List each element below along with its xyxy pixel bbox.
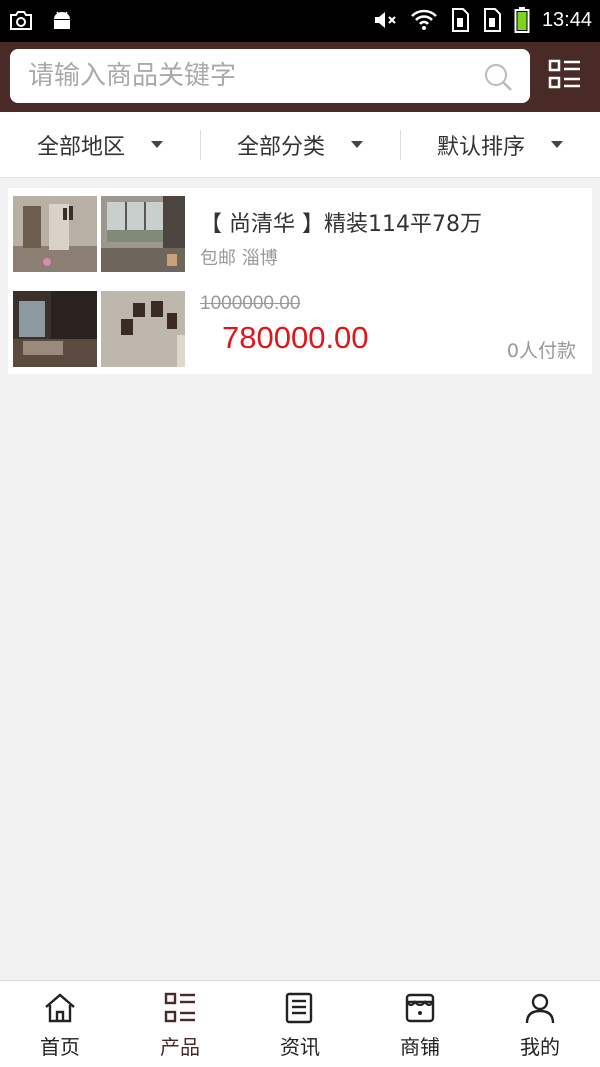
nav-home[interactable]: 首页: [0, 981, 120, 1067]
filter-bar: 全部地区 全部分类 默认排序: [0, 112, 600, 178]
home-icon: [45, 993, 75, 1023]
nav-home-label: 首页: [40, 1035, 80, 1059]
shipping-label: 包邮: [200, 248, 236, 269]
original-price: 1000000.00: [200, 293, 301, 314]
caret-down-icon: [151, 141, 163, 148]
bottom-nav: 首页 产品 资讯 商铺 我的: [0, 980, 600, 1067]
product-thumbnails: [13, 196, 187, 368]
status-bar: 13:44: [0, 0, 600, 42]
sale-price: 780000.00: [222, 320, 369, 355]
user-icon: [525, 993, 555, 1024]
search-box[interactable]: [10, 49, 530, 103]
news-icon: [285, 992, 313, 1024]
nav-profile-label: 我的: [520, 1035, 560, 1059]
nav-products[interactable]: 产品: [120, 981, 240, 1067]
filter-region-label: 全部地区: [36, 134, 125, 160]
search-header: [0, 42, 600, 112]
product-list-icon: [164, 992, 195, 1023]
buyer-count: 0人付款: [506, 340, 576, 362]
android-icon: [54, 11, 70, 29]
wifi-icon: [411, 9, 437, 30]
category-menu-icon[interactable]: [548, 58, 582, 92]
caret-down-icon: [351, 141, 363, 148]
mute-icon: [374, 12, 396, 28]
product-photo: [101, 291, 185, 367]
battery-icon: [514, 7, 530, 33]
sim1-icon: [451, 8, 469, 32]
nav-products-label: 产品: [160, 1035, 200, 1059]
product-photo: [13, 291, 97, 367]
filter-region-dropdown[interactable]: 全部地区: [0, 112, 200, 177]
filter-sort-dropdown[interactable]: 默认排序: [400, 112, 600, 177]
product-title[interactable]: 【 尚清华 】精装114平78万: [200, 206, 482, 238]
store-icon: [405, 993, 435, 1023]
filter-category-dropdown[interactable]: 全部分类: [200, 112, 400, 177]
status-time: 13:44: [541, 8, 592, 31]
screenshot-icon: [10, 11, 32, 30]
caret-down-icon: [551, 141, 563, 148]
location-label: 淄博: [241, 248, 278, 269]
product-card[interactable]: 【 尚清华 】精装114平78万 包邮 淄博 1000000.00 780000…: [8, 188, 592, 374]
sim2-icon: [483, 8, 501, 32]
search-input[interactable]: [28, 57, 468, 95]
search-icon[interactable]: [482, 61, 514, 93]
nav-store-label: 商铺: [400, 1035, 440, 1059]
product-meta: 包邮 淄博: [200, 244, 278, 270]
nav-profile[interactable]: 我的: [480, 981, 600, 1067]
product-photo: [101, 196, 185, 272]
product-photo: [13, 196, 97, 272]
nav-news-label: 资讯: [280, 1035, 320, 1059]
nav-store[interactable]: 商铺: [360, 981, 480, 1067]
filter-sort-label: 默认排序: [436, 134, 525, 160]
filter-category-label: 全部分类: [236, 134, 325, 160]
nav-news[interactable]: 资讯: [240, 981, 360, 1067]
